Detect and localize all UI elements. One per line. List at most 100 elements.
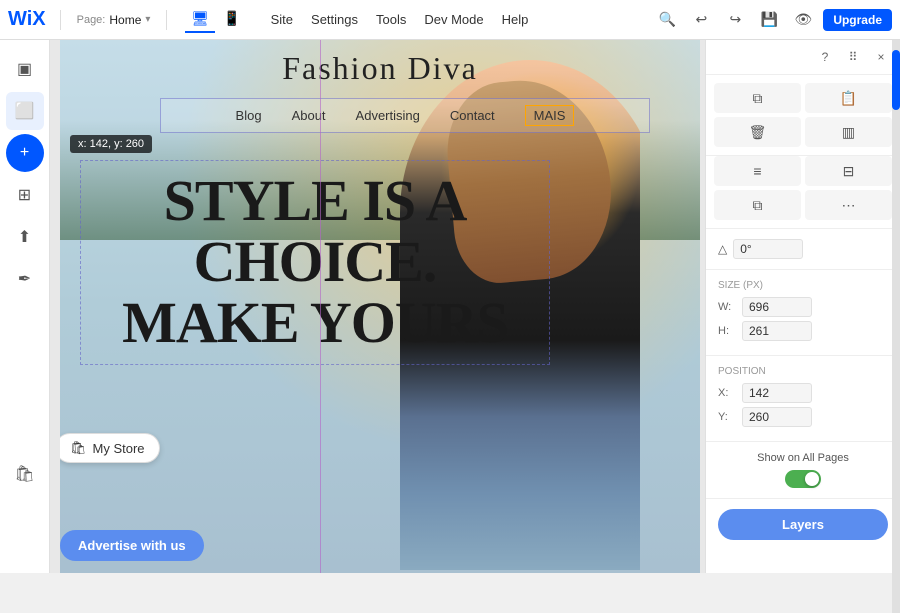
scroll-bar[interactable] <box>892 40 900 613</box>
top-bar-right: 🔍 ↩ ↪ 💾 👁 Upgrade <box>653 6 892 34</box>
menu-settings[interactable]: Settings <box>303 8 366 31</box>
vertical-guide-line <box>320 40 321 573</box>
save-icon[interactable]: 💾 <box>755 6 783 34</box>
more-icon[interactable]: ⋯ <box>805 190 892 220</box>
menu-tools[interactable]: Tools <box>368 8 414 31</box>
coordinate-tooltip: x: 142, y: 260 <box>70 135 152 153</box>
mobile-view-icon[interactable]: 📱 <box>217 6 246 33</box>
width-label: W: <box>718 301 736 313</box>
angle-section: △ 0° <box>706 229 900 270</box>
sidebar-item-add[interactable]: + <box>6 134 44 172</box>
advertise-button[interactable]: Advertise with us <box>60 530 204 561</box>
nav-contact[interactable]: Contact <box>450 108 495 123</box>
redo-icon[interactable]: ↪ <box>721 6 749 34</box>
angle-icon: △ <box>718 242 727 256</box>
store-icon: 🛍 <box>14 464 34 484</box>
preview-icon[interactable]: 👁 <box>789 6 817 34</box>
panel-icons-row1: ⧉ 📋 🗑 ▥ <box>706 75 900 156</box>
toggle-thumb <box>805 472 819 486</box>
group-icon[interactable]: ▥ <box>805 117 892 147</box>
x-field-row: X: <box>718 383 888 403</box>
show-on-all-pages-label: Show on All Pages <box>718 452 888 464</box>
top-menu-bar: WiX Page: Home ▾ 🖥 📱 Site Settings Tools… <box>0 0 900 40</box>
distribute-icon[interactable]: ⊟ <box>805 156 892 186</box>
apps-icon: ⊞ <box>18 185 31 205</box>
sidebar-item-apps[interactable]: ⊞ <box>6 176 44 214</box>
site-title: Fashion Diva <box>60 50 700 87</box>
hero-line2: CHOICE. <box>91 232 539 293</box>
width-field-row: W: <box>718 297 888 317</box>
size-section-title: Size (px) <box>718 280 888 291</box>
page-label: Page: <box>77 14 106 26</box>
wix-logo[interactable]: WiX <box>8 8 46 31</box>
hero-line1: STYLE IS A <box>91 171 539 232</box>
pen-icon: ✒ <box>18 269 31 289</box>
y-input[interactable] <box>742 407 812 427</box>
navigation-bar: Blog About Advertising Contact MAIS <box>160 98 650 133</box>
position-section-title: Position <box>718 366 888 377</box>
sidebar-item-elements[interactable]: ▣ <box>6 50 44 88</box>
x-input[interactable] <box>742 383 812 403</box>
delete-icon[interactable]: 🗑 <box>714 117 801 147</box>
y-field-row: Y: <box>718 407 888 427</box>
duplicate-icon[interactable]: ⧉ <box>714 83 801 113</box>
page-chevron-icon: ▾ <box>145 14 150 25</box>
right-panel: ? ⠿ × ⧉ 📋 🗑 ▥ ≡ ⊟ ⧉ ⋯ △ 0° Size (px) W: … <box>705 40 900 573</box>
sidebar-item-pages[interactable]: ⬜ <box>6 92 44 130</box>
drag-icon[interactable]: ⠿ <box>842 46 864 68</box>
nav-mais[interactable]: MAIS <box>525 105 575 126</box>
separator-2 <box>166 10 167 30</box>
sidebar-item-store[interactable]: 🛍 <box>6 455 44 493</box>
show-on-all-pages-toggle[interactable] <box>785 470 821 488</box>
angle-value[interactable]: 0° <box>733 239 803 259</box>
store-cart-icon: 🛍 <box>70 440 87 456</box>
desktop-view-icon[interactable]: 🖥 <box>185 6 215 33</box>
separator-1 <box>60 10 61 30</box>
elements-icon: ▣ <box>17 59 32 79</box>
search-icon[interactable]: 🔍 <box>653 6 681 34</box>
page-selector[interactable]: Page: Home ▾ <box>71 11 157 29</box>
size-section: Size (px) W: H: <box>706 270 900 356</box>
close-panel-icon[interactable]: × <box>870 46 892 68</box>
upgrade-button[interactable]: Upgrade <box>823 9 892 31</box>
position-section: Position X: Y: <box>706 356 900 442</box>
show-on-all-pages-section: Show on All Pages <box>706 442 900 499</box>
height-input[interactable] <box>742 321 812 341</box>
nav-blog[interactable]: Blog <box>236 108 262 123</box>
top-menu-items: Site Settings Tools Dev Mode Help <box>263 8 537 31</box>
nav-advertising[interactable]: Advertising <box>356 108 420 123</box>
hero-line3: MAKE YOURS <box>91 293 539 354</box>
scroll-thumb <box>892 50 900 110</box>
menu-site[interactable]: Site <box>263 8 301 31</box>
y-label: Y: <box>718 411 736 423</box>
view-mode-selector: 🖥 📱 <box>185 6 246 33</box>
panel-icons-row2: ≡ ⊟ ⧉ ⋯ <box>706 156 900 229</box>
height-field-row: H: <box>718 321 888 341</box>
upload-icon: ⬆ <box>18 227 31 247</box>
align-icon[interactable]: ≡ <box>714 156 801 186</box>
layers-icon[interactable]: ⧉ <box>714 190 801 220</box>
my-store-button[interactable]: 🛍 My Store <box>60 433 160 463</box>
paste-icon[interactable]: 📋 <box>805 83 892 113</box>
hero-section: Fashion Diva Blog About Advertising Cont… <box>60 40 700 573</box>
undo-icon[interactable]: ↩ <box>687 6 715 34</box>
x-label: X: <box>718 387 736 399</box>
page-canvas: Fashion Diva Blog About Advertising Cont… <box>60 40 700 573</box>
width-input[interactable] <box>742 297 812 317</box>
page-name: Home <box>109 13 141 27</box>
height-label: H: <box>718 325 736 337</box>
left-sidebar: ▣ ⬜ + ⊞ ⬆ ✒ 🛍 <box>0 40 50 573</box>
my-store-label: My Store <box>93 441 145 456</box>
sidebar-item-upload[interactable]: ⬆ <box>6 218 44 256</box>
help-icon[interactable]: ? <box>814 46 836 68</box>
angle-row: △ 0° <box>718 239 888 259</box>
add-icon: + <box>20 144 29 162</box>
menu-help[interactable]: Help <box>494 8 537 31</box>
sidebar-item-pen[interactable]: ✒ <box>6 260 44 298</box>
menu-devmode[interactable]: Dev Mode <box>416 8 491 31</box>
right-panel-header: ? ⠿ × <box>706 40 900 75</box>
show-on-all-pages-toggle-container <box>718 470 888 488</box>
hero-text-block[interactable]: STYLE IS A CHOICE. MAKE YOURS <box>80 160 550 365</box>
pages-icon: ⬜ <box>15 101 35 121</box>
layers-button[interactable]: Layers <box>718 509 888 540</box>
